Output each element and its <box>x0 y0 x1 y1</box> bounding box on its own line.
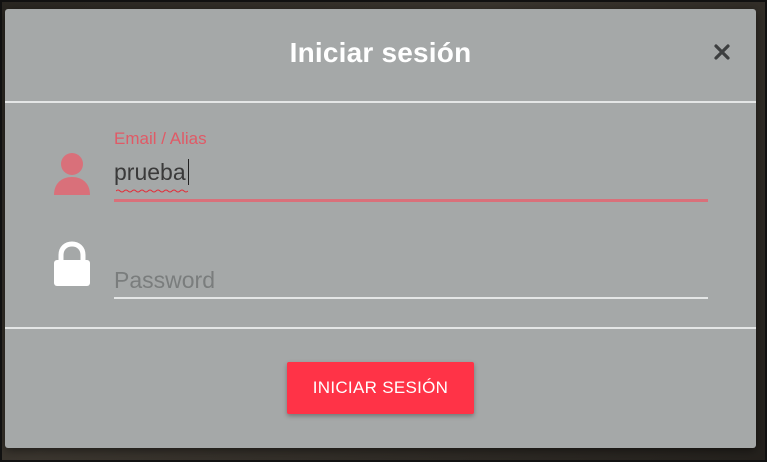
close-icon <box>714 44 730 60</box>
login-submit-button[interactable]: INICIAR SESIÓN <box>287 362 474 414</box>
password-field-underline <box>114 297 708 299</box>
footer-divider <box>5 327 756 329</box>
user-icon <box>51 151 93 197</box>
email-field-label: Email / Alias <box>114 129 207 148</box>
close-button[interactable] <box>707 37 737 67</box>
text-caret <box>188 159 189 185</box>
dialog-title: Iniciar sesión <box>289 37 472 68</box>
password-input[interactable] <box>114 263 708 297</box>
login-dialog: Iniciar sesión Email / Alias prueba INIC… <box>5 9 756 448</box>
spellcheck-underline <box>116 189 188 193</box>
email-field: Email / Alias <box>5 129 756 215</box>
lock-icon <box>51 241 93 287</box>
email-field-underline <box>114 199 708 202</box>
password-field <box>5 239 756 309</box>
email-input[interactable] <box>114 155 708 189</box>
dialog-header: Iniciar sesión <box>5 9 756 103</box>
